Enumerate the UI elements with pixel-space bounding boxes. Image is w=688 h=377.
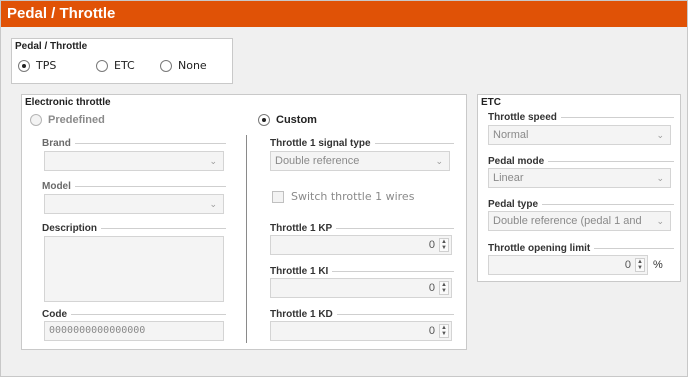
opening-limit-label: Throttle opening limit (488, 243, 674, 254)
ki-value: 0 (428, 282, 435, 294)
pedal-type-label: Pedal type (488, 199, 674, 210)
radio-dot-icon (258, 114, 270, 126)
window-title: Pedal / Throttle (1, 1, 687, 27)
throttle-speed-select[interactable]: Normal ⌄ (488, 125, 671, 145)
pedal-mode-label: Pedal mode (488, 156, 674, 167)
switch-wires-label: Switch throttle 1 wires (291, 190, 415, 203)
etc-group: ETC Throttle speed Normal ⌄ Pedal mode L… (477, 94, 681, 282)
radio-dot-icon (18, 59, 30, 72)
radio-tps[interactable]: TPS (18, 59, 56, 72)
etc-group-title: ETC (481, 97, 501, 108)
chevron-down-icon: ⌄ (209, 156, 217, 166)
radio-predefined-label: Predefined (48, 114, 105, 126)
chevron-down-icon: ⌄ (209, 199, 217, 209)
spin-arrows-icon[interactable]: ▲ ▼ (439, 281, 449, 295)
kd-value: 0 (428, 325, 435, 337)
kp-value: 0 (428, 239, 435, 251)
radio-none-label: None (178, 59, 207, 72)
ki-label: Throttle 1 KI (270, 266, 454, 277)
opening-limit-unit: % (653, 259, 663, 271)
radio-dot-icon (30, 114, 42, 126)
radio-etc[interactable]: ETC (96, 59, 135, 72)
chevron-down-icon: ⌄ (656, 173, 664, 183)
pedal-throttle-group-title: Pedal / Throttle (15, 41, 88, 52)
code-field[interactable]: 0000000000000000 (44, 321, 224, 341)
ki-spinner[interactable]: 0 ▲ ▼ (270, 278, 452, 298)
signal-type-select[interactable]: Double reference ⌄ (270, 151, 450, 171)
column-divider (246, 135, 247, 343)
spin-arrows-icon[interactable]: ▲ ▼ (439, 324, 449, 338)
pedal-type-select[interactable]: Double reference (pedal 1 and ⌄ (488, 211, 671, 231)
pedal-mode-select[interactable]: Linear ⌄ (488, 168, 671, 188)
brand-select[interactable]: ⌄ (44, 151, 224, 171)
opening-limit-spinner[interactable]: 0 ▲ ▼ (488, 255, 648, 275)
radio-custom[interactable]: Custom (258, 114, 317, 126)
spin-arrows-icon[interactable]: ▲ ▼ (439, 238, 449, 252)
code-label: Code (42, 309, 226, 320)
kp-spinner[interactable]: 0 ▲ ▼ (270, 235, 452, 255)
electronic-throttle-group: Electronic throttle Predefined Brand ⌄ M… (21, 94, 467, 350)
radio-tps-label: TPS (36, 59, 57, 72)
kd-label: Throttle 1 KD (270, 309, 454, 320)
chevron-down-icon: ⌄ (435, 156, 443, 166)
chevron-down-icon: ⌄ (656, 216, 664, 226)
model-select[interactable]: ⌄ (44, 194, 224, 214)
spin-arrows-icon[interactable]: ▲ ▼ (635, 258, 645, 272)
description-textarea[interactable] (44, 236, 224, 302)
radio-dot-icon (160, 59, 172, 72)
model-label: Model (42, 181, 226, 192)
kp-label: Throttle 1 KP (270, 223, 454, 234)
signal-type-label: Throttle 1 signal type (270, 138, 454, 149)
pedal-throttle-group: Pedal / Throttle TPS ETC None (11, 38, 233, 84)
radio-dot-icon (96, 59, 108, 72)
kd-spinner[interactable]: 0 ▲ ▼ (270, 321, 452, 341)
radio-predefined[interactable]: Predefined (30, 114, 105, 126)
electronic-throttle-title: Electronic throttle (25, 97, 111, 108)
brand-label: Brand (42, 138, 226, 149)
radio-custom-label: Custom (276, 114, 317, 126)
description-label: Description (42, 223, 226, 234)
switch-wires-checkbox[interactable]: Switch throttle 1 wires (272, 190, 414, 203)
radio-etc-label: ETC (114, 59, 135, 72)
throttle-speed-label: Throttle speed (488, 112, 674, 123)
checkbox-box (272, 190, 284, 203)
chevron-down-icon: ⌄ (656, 130, 664, 140)
opening-limit-value: 0 (624, 259, 631, 271)
pedal-throttle-window: Pedal / Throttle Pedal / Throttle TPS ET… (0, 0, 688, 377)
radio-none[interactable]: None (160, 59, 207, 72)
